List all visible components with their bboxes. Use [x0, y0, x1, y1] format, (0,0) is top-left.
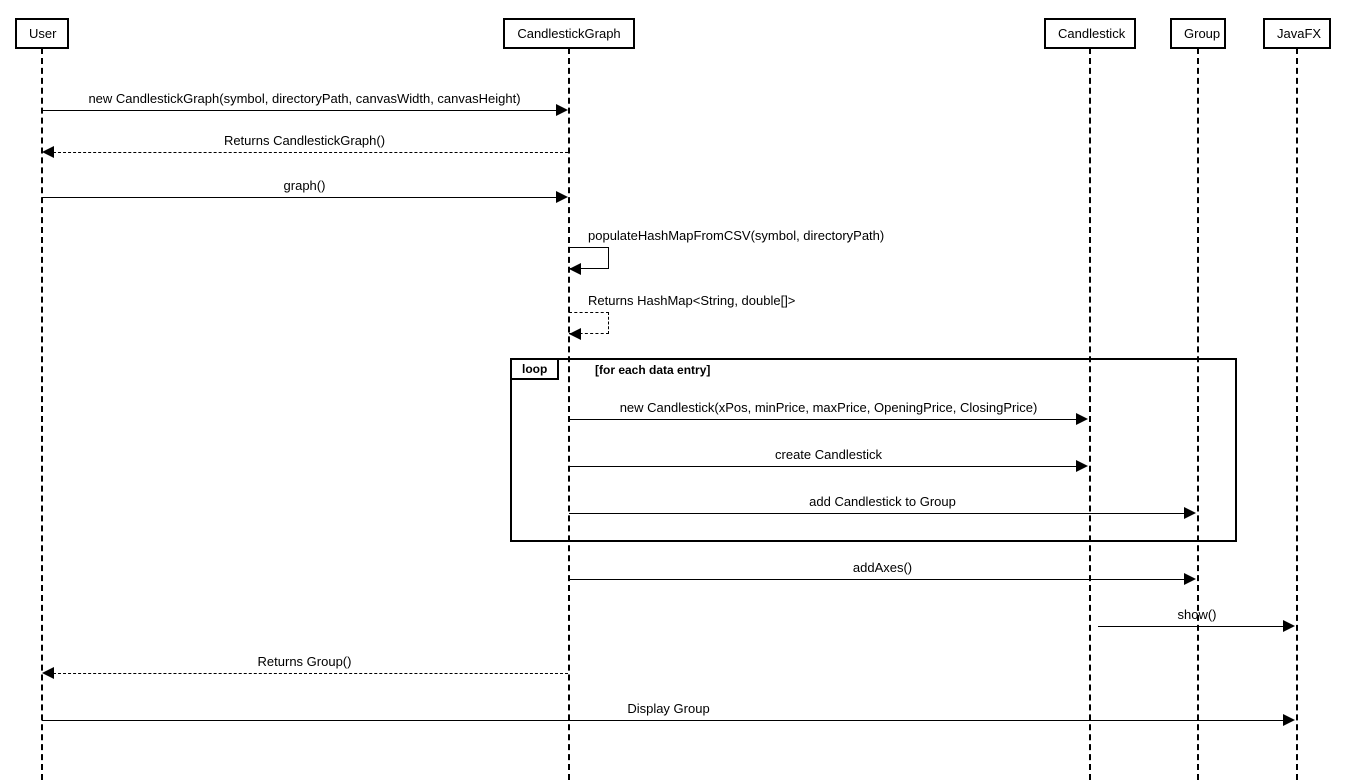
arrow: [569, 419, 1078, 420]
arrow: [569, 513, 1186, 514]
participant-group: Group: [1170, 18, 1226, 49]
arrowhead-icon: [1283, 714, 1295, 726]
message-new-candlestick: new Candlestick(xPos, minPrice, maxPrice…: [569, 400, 1088, 415]
loop-condition: [for each data entry]: [595, 363, 710, 377]
message-display-group: Display Group: [42, 701, 1295, 716]
message-return-candlestickgraph: Returns CandlestickGraph(): [42, 133, 567, 148]
message-new-candlestickgraph: new CandlestickGraph(symbol, directoryPa…: [42, 91, 567, 106]
arrow: [1098, 626, 1285, 627]
message-add-axes: addAxes(): [569, 560, 1196, 575]
arrowhead-icon: [1076, 460, 1088, 472]
lifeline-javafx: [1296, 48, 1298, 780]
arrowhead-icon: [1184, 507, 1196, 519]
loop-tag-label: loop: [522, 362, 547, 376]
message-create-candlestick: create Candlestick: [569, 447, 1088, 462]
message-return-group: Returns Group(): [42, 654, 567, 669]
message-populate-hashmap: populateHashMapFromCSV(symbol, directory…: [588, 228, 884, 243]
participant-label: User: [29, 26, 56, 41]
participant-candlestick: Candlestick: [1044, 18, 1136, 49]
participant-user: User: [15, 18, 69, 49]
message-graph: graph(): [42, 178, 567, 193]
arrowhead-icon: [569, 263, 581, 275]
arrow: [42, 720, 1285, 721]
arrowhead-icon: [1184, 573, 1196, 585]
sequence-diagram: User CandlestickGraph Candlestick Group …: [0, 0, 1348, 780]
arrow: [569, 579, 1186, 580]
message-add-candlestick-to-group: add Candlestick to Group: [569, 494, 1196, 509]
participant-label: JavaFX: [1277, 26, 1321, 41]
participant-candlestickgraph: CandlestickGraph: [503, 18, 635, 49]
arrow: [569, 466, 1078, 467]
message-show: show(): [1098, 607, 1296, 622]
message-return-hashmap: Returns HashMap<String, double[]>: [588, 293, 795, 308]
participant-label: Candlestick: [1058, 26, 1125, 41]
arrowhead-icon: [556, 191, 568, 203]
arrow: [42, 197, 558, 198]
arrowhead-icon: [556, 104, 568, 116]
arrow: [42, 110, 558, 111]
participant-label: Group: [1184, 26, 1220, 41]
participant-label: CandlestickGraph: [517, 26, 620, 41]
arrowhead-icon: [42, 146, 54, 158]
arrowhead-icon: [42, 667, 54, 679]
arrowhead-icon: [1283, 620, 1295, 632]
participant-javafx: JavaFX: [1263, 18, 1331, 49]
arrowhead-icon: [1076, 413, 1088, 425]
arrow: [53, 152, 568, 153]
arrowhead-icon: [569, 328, 581, 340]
arrow: [53, 673, 568, 674]
loop-tag: loop: [512, 360, 559, 380]
